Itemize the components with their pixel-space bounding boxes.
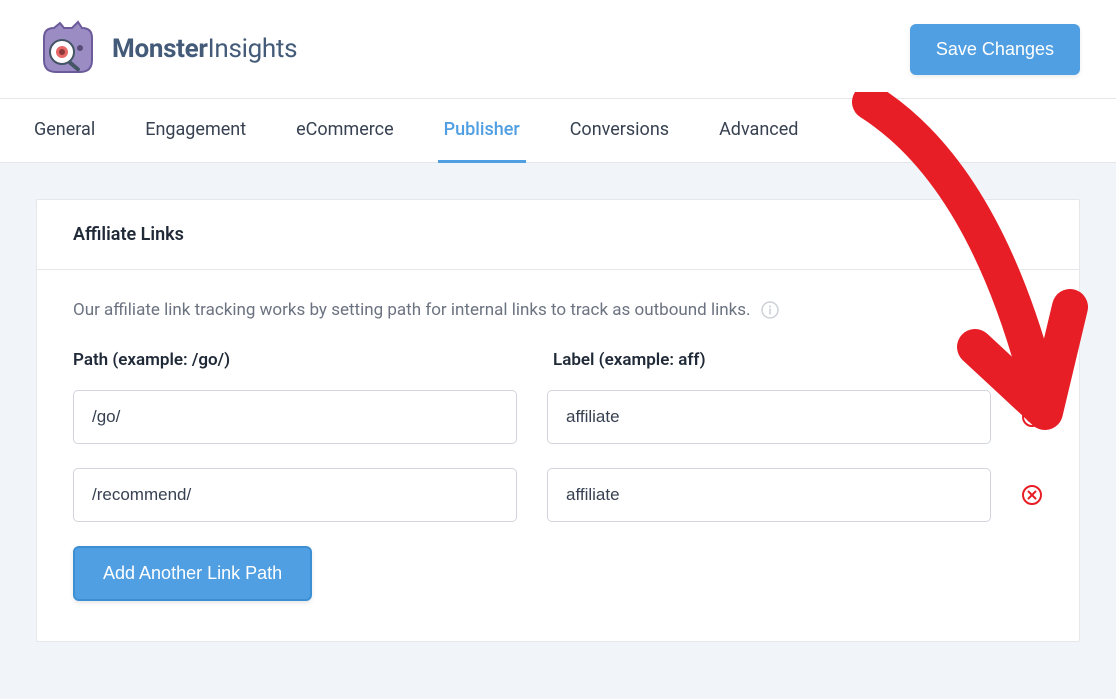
tabs-nav: General Engagement eCommerce Publisher C… (0, 99, 1116, 163)
content: Affiliate Links Our affiliate link track… (0, 163, 1116, 678)
link-row (73, 390, 1043, 444)
remove-row-button[interactable] (1021, 484, 1043, 506)
info-icon[interactable] (761, 301, 779, 319)
label-input[interactable] (547, 468, 991, 522)
tab-conversions[interactable]: Conversions (564, 99, 675, 163)
link-row (73, 468, 1043, 522)
logo-text: MonsterInsights (112, 34, 297, 64)
path-column-label: Path (example: /go/) (73, 350, 523, 370)
tab-general[interactable]: General (28, 99, 101, 163)
logo: MonsterInsights (36, 20, 297, 78)
affiliate-links-card: Affiliate Links Our affiliate link track… (36, 199, 1080, 642)
save-changes-button[interactable]: Save Changes (910, 24, 1080, 75)
add-link-path-button[interactable]: Add Another Link Path (73, 546, 312, 601)
path-input[interactable] (73, 468, 517, 522)
path-input[interactable] (73, 390, 517, 444)
header: MonsterInsights Save Changes (0, 0, 1116, 99)
tab-advanced[interactable]: Advanced (713, 99, 804, 163)
tab-ecommerce[interactable]: eCommerce (290, 99, 400, 163)
tab-engagement[interactable]: Engagement (139, 99, 252, 163)
card-title: Affiliate Links (37, 200, 1079, 270)
label-input[interactable] (547, 390, 991, 444)
remove-row-button[interactable] (1021, 406, 1043, 428)
label-column-label: Label (example: aff) (553, 350, 1003, 370)
form-labels: Path (example: /go/) Label (example: aff… (73, 350, 1043, 370)
card-description: Our affiliate link tracking works by set… (73, 300, 1043, 320)
tab-publisher[interactable]: Publisher (438, 99, 526, 163)
monster-logo-icon (36, 20, 98, 78)
